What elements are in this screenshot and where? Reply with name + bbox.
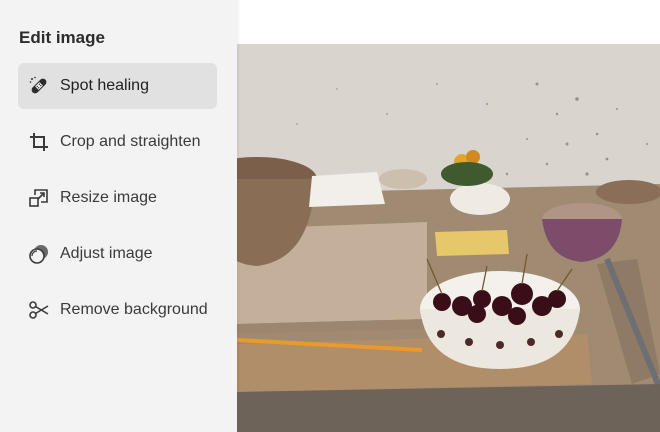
menu-item-label: Spot healing <box>60 77 149 94</box>
adjust-icon <box>28 243 50 265</box>
menu-item-label: Adjust image <box>60 245 153 262</box>
crop-icon <box>28 131 50 153</box>
menu-item-crop-and-straighten[interactable]: Crop and straighten <box>18 119 217 165</box>
menu-item-label: Remove background <box>60 301 208 318</box>
menu-item-adjust-image[interactable]: Adjust image <box>18 231 217 277</box>
menu-item-label: Crop and straighten <box>60 133 201 150</box>
spot-healing-icon <box>28 75 50 97</box>
panel-title: Edit image <box>19 28 105 47</box>
edit-image-panel: Edit image Spot healing Crop and straigh… <box>0 0 237 432</box>
image-canvas <box>237 0 660 432</box>
photo-still-life[interactable] <box>237 44 660 432</box>
menu-item-label: Resize image <box>60 189 157 206</box>
scissors-icon <box>28 299 50 321</box>
menu-item-resize-image[interactable]: Resize image <box>18 175 217 221</box>
menu-item-remove-background[interactable]: Remove background <box>18 287 217 333</box>
resize-icon <box>28 187 50 209</box>
menu-item-spot-healing[interactable]: Spot healing <box>18 63 217 109</box>
edit-menu: Spot healing Crop and straighten Resize … <box>18 63 217 343</box>
